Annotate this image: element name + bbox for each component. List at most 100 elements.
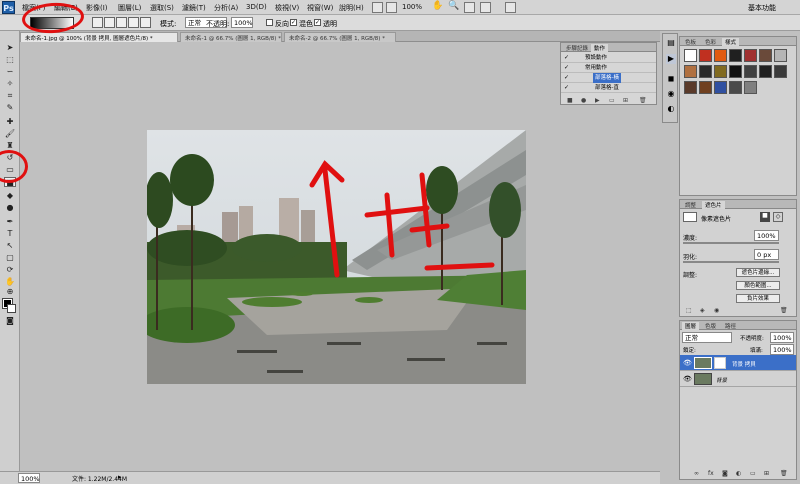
- menu-layer[interactable]: 圖層(L): [118, 3, 141, 13]
- style-swatch[interactable]: [729, 65, 742, 78]
- tab-adjustments[interactable]: 調整: [682, 201, 699, 209]
- density-field[interactable]: 100%: [754, 230, 779, 241]
- menu-view[interactable]: 檢視(V): [275, 3, 299, 13]
- quick-mask-icon[interactable]: ◙: [4, 316, 16, 326]
- visibility-eye-icon[interactable]: 👁: [683, 375, 692, 383]
- marquee-tool-icon[interactable]: ⬚: [4, 55, 16, 65]
- linear-gradient-button[interactable]: [92, 17, 103, 28]
- link-layers-icon[interactable]: ∞: [694, 470, 699, 477]
- color-range-button[interactable]: 顏色範圍...: [736, 281, 780, 290]
- tab-layers[interactable]: 圖層: [682, 322, 700, 330]
- clone-source-icon[interactable]: ◉: [666, 89, 676, 99]
- group-icon[interactable]: ▭: [750, 470, 756, 477]
- stop-icon[interactable]: ■: [567, 97, 573, 104]
- delete-layer-icon[interactable]: 🗑: [780, 470, 788, 477]
- eyedropper-tool-icon[interactable]: ✎: [4, 103, 16, 113]
- reverse-checkbox[interactable]: [266, 19, 273, 26]
- lasso-tool-icon[interactable]: ∽: [4, 67, 16, 77]
- tab-document-3[interactable]: 未命名-2 @ 66.7% (圖層 1, RGB/8) *: [284, 32, 396, 42]
- style-swatch[interactable]: [744, 81, 757, 94]
- dodge-tool-icon[interactable]: ●: [4, 203, 16, 213]
- action-set-row[interactable]: ✓ 預設動作: [561, 53, 656, 63]
- action-set-row[interactable]: ✓ 常用動作: [561, 63, 656, 73]
- style-swatch[interactable]: [714, 49, 727, 62]
- play-icon[interactable]: ▶: [595, 97, 600, 104]
- action-check-icon[interactable]: ✓: [564, 65, 570, 71]
- status-menu-icon[interactable]: ▸: [118, 473, 122, 481]
- style-swatch[interactable]: [714, 81, 727, 94]
- new-set-icon[interactable]: ▭: [609, 97, 615, 104]
- action-check-icon[interactable]: ✓: [564, 85, 570, 91]
- style-swatch[interactable]: [744, 65, 757, 78]
- style-swatch[interactable]: [684, 81, 697, 94]
- action-check-icon[interactable]: ✓: [564, 55, 570, 61]
- style-swatch[interactable]: [714, 65, 727, 78]
- tab-document-2[interactable]: 未命名-1 @ 66.7% (圖層 1, RGB/8) *: [180, 32, 282, 42]
- visibility-eye-icon[interactable]: 👁: [683, 359, 692, 367]
- delete-mask-icon[interactable]: 🗑: [780, 307, 788, 314]
- apply-mask-icon[interactable]: ◈: [700, 307, 705, 314]
- rotate-view-icon[interactable]: [464, 2, 475, 13]
- menu-filter[interactable]: 濾鏡(T): [182, 3, 206, 13]
- feather-field[interactable]: 0 px: [754, 249, 779, 260]
- radial-gradient-button[interactable]: [104, 17, 115, 28]
- vector-mask-button[interactable]: ◇: [773, 212, 783, 222]
- new-layer-icon[interactable]: ⊞: [764, 470, 769, 477]
- pixel-mask-button[interactable]: ■: [760, 212, 770, 222]
- blur-tool-icon[interactable]: ◆: [4, 191, 16, 201]
- transparency-checkbox[interactable]: ✓: [314, 19, 321, 26]
- brush-tool-icon[interactable]: 🖌: [4, 129, 16, 139]
- layer-row[interactable]: 👁 背景 拷貝: [680, 355, 796, 371]
- shape-tool-icon[interactable]: ▢: [4, 253, 16, 263]
- status-zoom-field[interactable]: 100%: [18, 473, 40, 483]
- hand-tool-icon[interactable]: ✋: [432, 1, 443, 12]
- info-panel-icon[interactable]: ◐: [666, 104, 676, 114]
- style-swatch[interactable]: [699, 81, 712, 94]
- arrange-documents-icon[interactable]: [480, 2, 491, 13]
- style-swatch[interactable]: [729, 49, 742, 62]
- angle-gradient-button[interactable]: [116, 17, 127, 28]
- add-mask-icon[interactable]: ◙: [722, 470, 728, 477]
- feather-slider[interactable]: [683, 261, 779, 263]
- move-tool-icon[interactable]: ➤: [4, 43, 16, 53]
- style-swatch[interactable]: [684, 65, 697, 78]
- menu-select[interactable]: 選取(S): [150, 3, 174, 13]
- tab-swatches[interactable]: 色板: [682, 38, 699, 46]
- menu-window[interactable]: 視窗(W): [307, 3, 333, 13]
- blend-mode-select[interactable]: 正常: [682, 332, 732, 343]
- style-swatch[interactable]: [729, 81, 742, 94]
- adjustment-layer-icon[interactable]: ◐: [736, 470, 741, 477]
- style-swatch[interactable]: [699, 49, 712, 62]
- mask-visibility-icon[interactable]: ◉: [714, 307, 719, 314]
- screen-mode-icon[interactable]: [505, 2, 516, 13]
- menu-image[interactable]: 影像(I): [86, 3, 108, 13]
- healing-brush-tool-icon[interactable]: ✚: [4, 117, 16, 127]
- bridge-icon[interactable]: [372, 2, 383, 13]
- style-swatch[interactable]: [684, 49, 697, 62]
- style-swatch[interactable]: [699, 65, 712, 78]
- brush-panel-icon[interactable]: ◼: [666, 74, 676, 84]
- delete-icon[interactable]: 🗑: [639, 97, 647, 104]
- tab-masks[interactable]: 遮色片: [702, 201, 725, 209]
- layer-row[interactable]: 👁 背景: [680, 371, 796, 387]
- type-tool-icon[interactable]: T: [4, 229, 16, 239]
- reflected-gradient-button[interactable]: [128, 17, 139, 28]
- action-check-icon[interactable]: ✓: [564, 75, 570, 81]
- layer-opacity-field[interactable]: 100%: [770, 332, 794, 343]
- style-swatch[interactable]: [774, 49, 787, 62]
- actions-panel-icon[interactable]: ▶: [666, 54, 676, 64]
- tool-preset-icon[interactable]: [4, 17, 15, 28]
- style-swatch[interactable]: [759, 49, 772, 62]
- tab-styles[interactable]: 樣式: [722, 38, 740, 46]
- style-swatch[interactable]: [759, 65, 772, 78]
- style-swatch[interactable]: [744, 49, 757, 62]
- tab-paths[interactable]: 路徑: [722, 322, 739, 330]
- crop-tool-icon[interactable]: ⌗: [4, 91, 16, 101]
- new-action-icon[interactable]: ⊞: [623, 97, 628, 104]
- background-color-swatch[interactable]: [7, 304, 16, 313]
- diamond-gradient-button[interactable]: [140, 17, 151, 28]
- tab-color[interactable]: 色彩: [702, 38, 719, 46]
- record-icon[interactable]: ●: [581, 97, 586, 104]
- mask-edge-button[interactable]: 遮色片邊緣...: [736, 268, 780, 277]
- photoshop-logo[interactable]: Ps: [2, 1, 15, 14]
